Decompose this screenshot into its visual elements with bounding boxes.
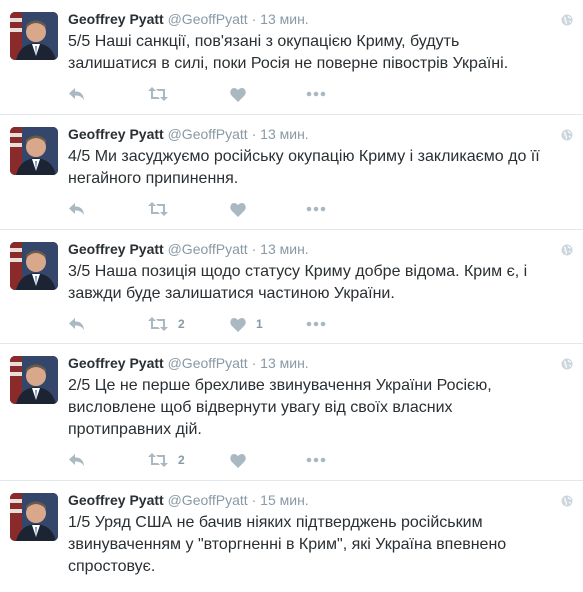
- author-handle[interactable]: @GeoffPyatt: [168, 241, 248, 257]
- like-button[interactable]: [230, 87, 306, 102]
- tweet-text: 3/5 Наша позиція щодо статусу Криму добр…: [68, 263, 528, 302]
- retweet-button[interactable]: [148, 86, 230, 102]
- like-count: 1: [256, 317, 263, 331]
- author-name[interactable]: Geoffrey Pyatt: [68, 355, 164, 371]
- timestamp[interactable]: 13 мин.: [260, 11, 309, 27]
- retweet-icon: [148, 317, 168, 331]
- timestamp[interactable]: 13 мин.: [260, 355, 309, 371]
- avatar[interactable]: [10, 493, 58, 541]
- reply-icon: [69, 203, 84, 215]
- more-icon: [306, 206, 326, 212]
- tweet-timeline: Geoffrey Pyatt @GeoffPyatt · 13 мин. 5/5…: [0, 0, 583, 592]
- retweet-icon: [148, 87, 168, 101]
- like-button[interactable]: [230, 453, 306, 468]
- tweet-actions: 2 1: [68, 314, 571, 334]
- reply-button[interactable]: [68, 452, 148, 468]
- globe-icon: [561, 495, 573, 507]
- reply-icon: [69, 454, 84, 466]
- tweet-actions: [68, 199, 571, 219]
- more-button[interactable]: [306, 321, 326, 327]
- like-button[interactable]: 1: [230, 317, 306, 332]
- avatar[interactable]: [10, 12, 58, 60]
- timestamp[interactable]: 13 мин.: [260, 241, 309, 257]
- retweet-count: 2: [178, 453, 185, 467]
- retweet-count: 2: [178, 317, 185, 331]
- timestamp[interactable]: 15 мин.: [260, 492, 309, 508]
- tweet-text: 4/5 Ми засуджуємо російську окупацію Кри…: [68, 148, 540, 187]
- more-button[interactable]: [306, 91, 326, 97]
- heart-icon: [230, 87, 246, 102]
- globe-icon: [561, 14, 573, 26]
- avatar[interactable]: [10, 127, 58, 175]
- heart-icon: [230, 317, 246, 332]
- more-icon: [306, 457, 326, 463]
- avatar[interactable]: [10, 242, 58, 290]
- tweet-header: Geoffrey Pyatt @GeoffPyatt · 13 мин.: [68, 10, 571, 28]
- separator-dot: ·: [251, 492, 257, 508]
- tweet-header: Geoffrey Pyatt @GeoffPyatt · 13 мин.: [68, 125, 571, 143]
- heart-icon: [230, 202, 246, 217]
- timestamp[interactable]: 13 мин.: [260, 126, 309, 142]
- retweet-icon: [148, 453, 168, 467]
- tweet-actions: [68, 84, 571, 104]
- globe-icon: [561, 358, 573, 370]
- more-icon: [306, 91, 326, 97]
- author-name[interactable]: Geoffrey Pyatt: [68, 492, 164, 508]
- tweet-text: 1/5 Уряд США не бачив ніяких підтверджен…: [68, 514, 507, 575]
- tweet-header: Geoffrey Pyatt @GeoffPyatt · 15 мин.: [68, 491, 571, 509]
- more-icon: [306, 321, 326, 327]
- more-button[interactable]: [306, 457, 326, 463]
- tweet[interactable]: Geoffrey Pyatt @GeoffPyatt · 13 мин. 4/5…: [0, 115, 583, 230]
- author-name[interactable]: Geoffrey Pyatt: [68, 126, 164, 142]
- author-handle[interactable]: @GeoffPyatt: [168, 355, 248, 371]
- globe-icon: [561, 244, 573, 256]
- tweet[interactable]: Geoffrey Pyatt @GeoffPyatt · 13 мин. 5/5…: [0, 0, 583, 115]
- tweet[interactable]: Geoffrey Pyatt @GeoffPyatt · 13 мин. 3/5…: [0, 230, 583, 344]
- tweet-header: Geoffrey Pyatt @GeoffPyatt · 13 мин.: [68, 354, 571, 372]
- separator-dot: ·: [251, 355, 257, 371]
- heart-icon: [230, 453, 246, 468]
- tweet-header: Geoffrey Pyatt @GeoffPyatt · 13 мин.: [68, 240, 571, 258]
- retweet-icon: [148, 202, 168, 216]
- reply-button[interactable]: [68, 86, 148, 102]
- tweet-text: 2/5 Це не перше брехливе звинувачення Ук…: [68, 377, 492, 438]
- more-button[interactable]: [306, 206, 326, 212]
- avatar[interactable]: [10, 356, 58, 404]
- retweet-button[interactable]: [148, 201, 230, 217]
- tweet-text: 5/5 Наші санкції, пов'язані з окупацією …: [68, 33, 509, 72]
- separator-dot: ·: [251, 241, 257, 257]
- tweet-actions: 2: [68, 450, 571, 470]
- separator-dot: ·: [251, 11, 257, 27]
- author-handle[interactable]: @GeoffPyatt: [168, 126, 248, 142]
- tweet[interactable]: Geoffrey Pyatt @GeoffPyatt · 13 мин. 2/5…: [0, 344, 583, 481]
- author-handle[interactable]: @GeoffPyatt: [168, 11, 248, 27]
- separator-dot: ·: [251, 126, 257, 142]
- author-name[interactable]: Geoffrey Pyatt: [68, 241, 164, 257]
- retweet-button[interactable]: 2: [148, 316, 230, 332]
- reply-button[interactable]: [68, 316, 148, 332]
- globe-icon: [561, 129, 573, 141]
- retweet-button[interactable]: 2: [148, 452, 230, 468]
- reply-icon: [69, 88, 84, 100]
- author-handle[interactable]: @GeoffPyatt: [168, 492, 248, 508]
- like-button[interactable]: [230, 202, 306, 217]
- author-name[interactable]: Geoffrey Pyatt: [68, 11, 164, 27]
- tweet[interactable]: Geoffrey Pyatt @GeoffPyatt · 15 мин. 1/5…: [0, 481, 583, 592]
- reply-icon: [69, 318, 84, 330]
- reply-button[interactable]: [68, 201, 148, 217]
